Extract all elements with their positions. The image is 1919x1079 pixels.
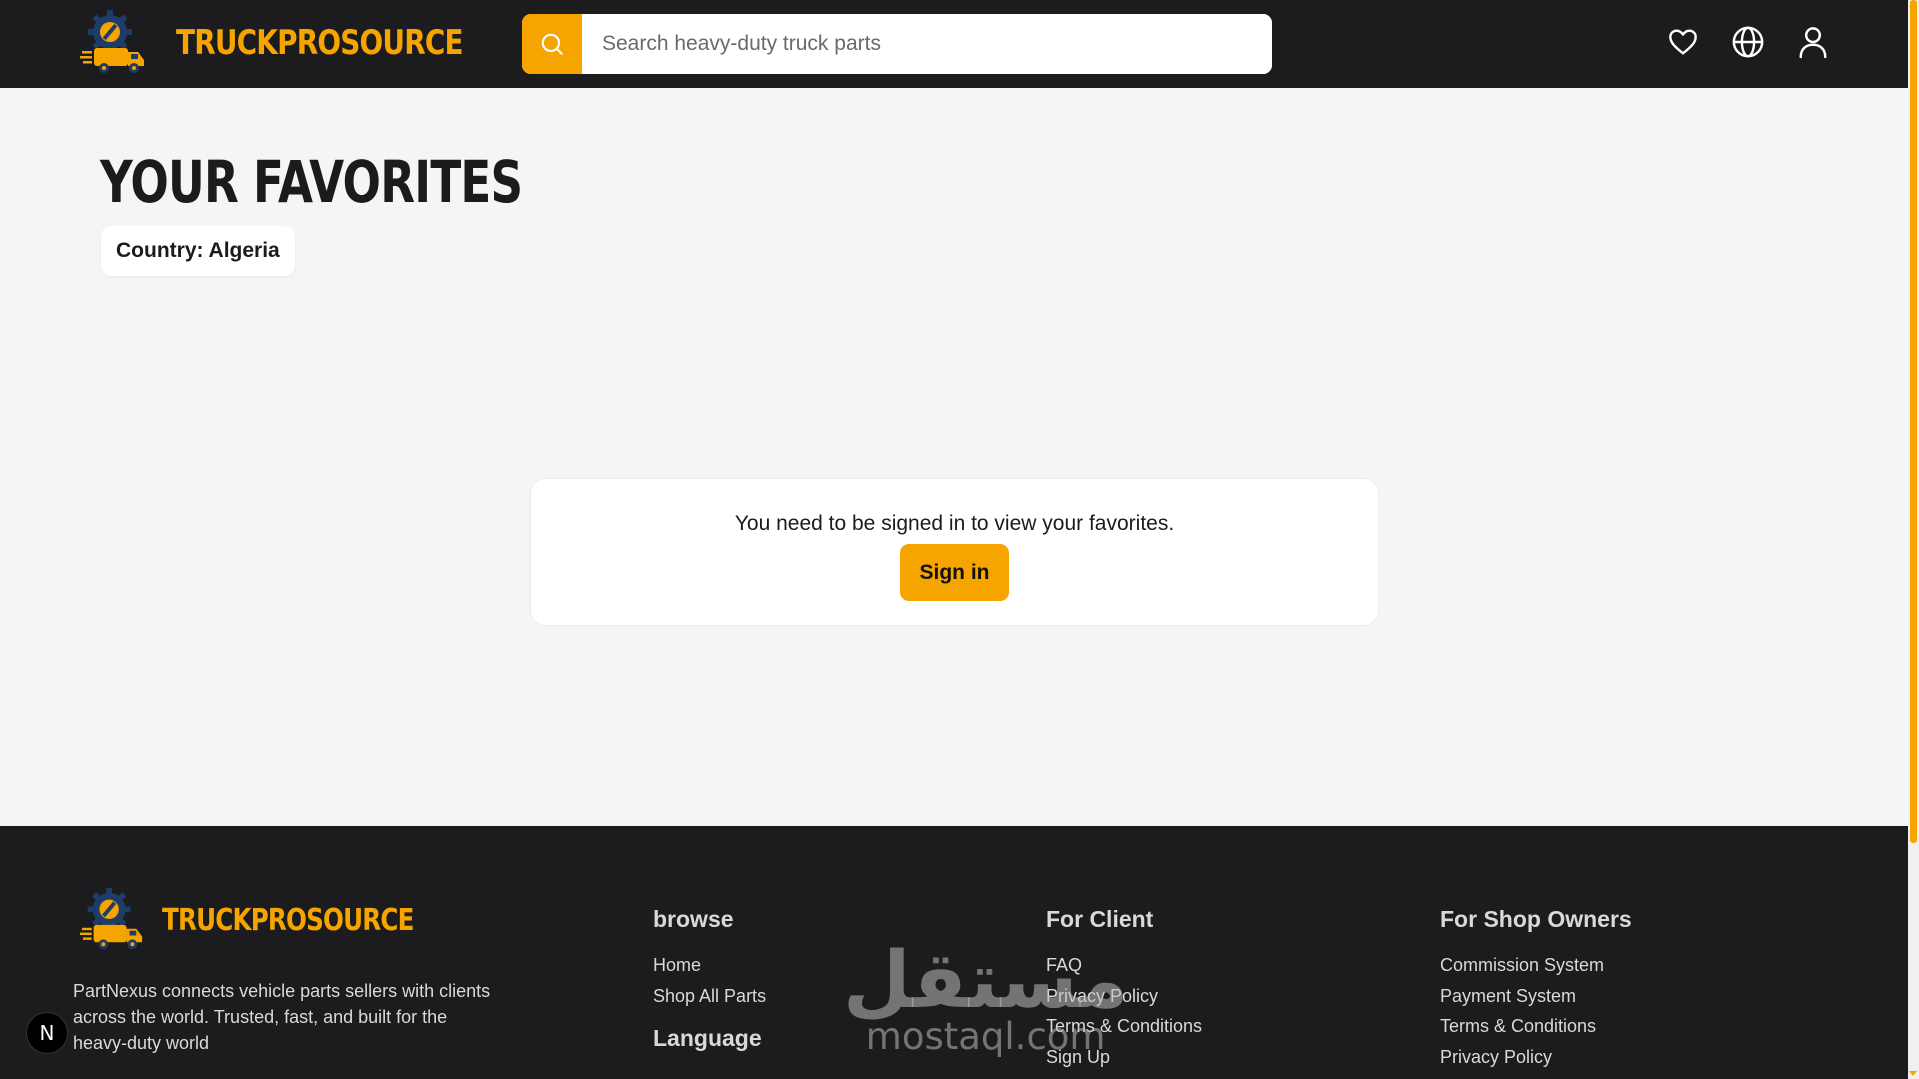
footer-shop-owners-column: For Shop Owners Commission System Paymen… [1440, 906, 1632, 1072]
watermark-latin: mostaql.com [865, 1015, 1106, 1058]
signin-button[interactable]: Sign in [900, 544, 1009, 601]
footer-brand-link[interactable]: TRUCKPROSOURCE [80, 888, 469, 952]
search-button[interactable] [522, 14, 582, 74]
user-icon [1799, 27, 1827, 59]
footer-link-home[interactable]: Home [653, 950, 766, 981]
truck-gear-logo-icon [80, 888, 143, 950]
scroll-up-arrow-icon[interactable] [1909, 2, 1917, 7]
scroll-down-arrow-icon[interactable] [1909, 1071, 1917, 1076]
footer-link-commission-system[interactable]: Commission System [1440, 950, 1632, 981]
footer-link-shop-all-parts[interactable]: Shop All Parts [653, 981, 766, 1012]
search-icon [541, 33, 563, 55]
brand-logo-link[interactable]: TRUCKPROSOURCE [80, 10, 526, 76]
signin-message: You need to be signed in to view your fa… [734, 512, 1175, 535]
footer-description: PartNexus connects vehicle parts sellers… [73, 981, 491, 1053]
footer-client-heading: For Client [1046, 906, 1154, 932]
top-navbar: TRUCKPROSOURCE [0, 0, 1908, 88]
brand-name: TRUCKPROSOURCE [176, 23, 464, 63]
footer-brand-name: TRUCKPROSOURCE [162, 902, 414, 938]
header-actions [1666, 24, 1830, 60]
watermark-arabic: مستقل [843, 936, 1129, 1026]
footer-link-shop-terms[interactable]: Terms & Conditions [1440, 1011, 1632, 1042]
account-button[interactable] [1796, 24, 1830, 60]
footer-browse-column: browse Home Shop All Parts Language [653, 906, 766, 1069]
nextjs-dev-badge[interactable]: N [26, 1012, 68, 1054]
heart-icon [1669, 29, 1697, 55]
footer-browse-heading: browse [653, 906, 734, 932]
search-input[interactable] [582, 14, 1272, 74]
language-button[interactable] [1731, 24, 1765, 60]
footer-link-shop-privacy-policy[interactable]: Privacy Policy [1440, 1042, 1632, 1073]
footer-link-payment-system[interactable]: Payment System [1440, 981, 1632, 1012]
mostaql-watermark: مستقل mostaql.com [843, 942, 1128, 1055]
page-title: YOUR FAVORITES [100, 148, 523, 216]
favorites-button[interactable] [1666, 24, 1700, 60]
truck-gear-logo-icon [80, 10, 144, 73]
footer-shop-owners-heading: For Shop Owners [1440, 906, 1632, 932]
country-chip[interactable]: Country: Algeria [101, 226, 295, 276]
scrollbar-thumb[interactable] [1910, 0, 1917, 843]
search-bar [522, 14, 1272, 74]
globe-icon [1732, 26, 1764, 58]
signin-required-card: You need to be signed in to view your fa… [530, 478, 1379, 626]
footer-language-heading: Language [653, 1025, 762, 1051]
